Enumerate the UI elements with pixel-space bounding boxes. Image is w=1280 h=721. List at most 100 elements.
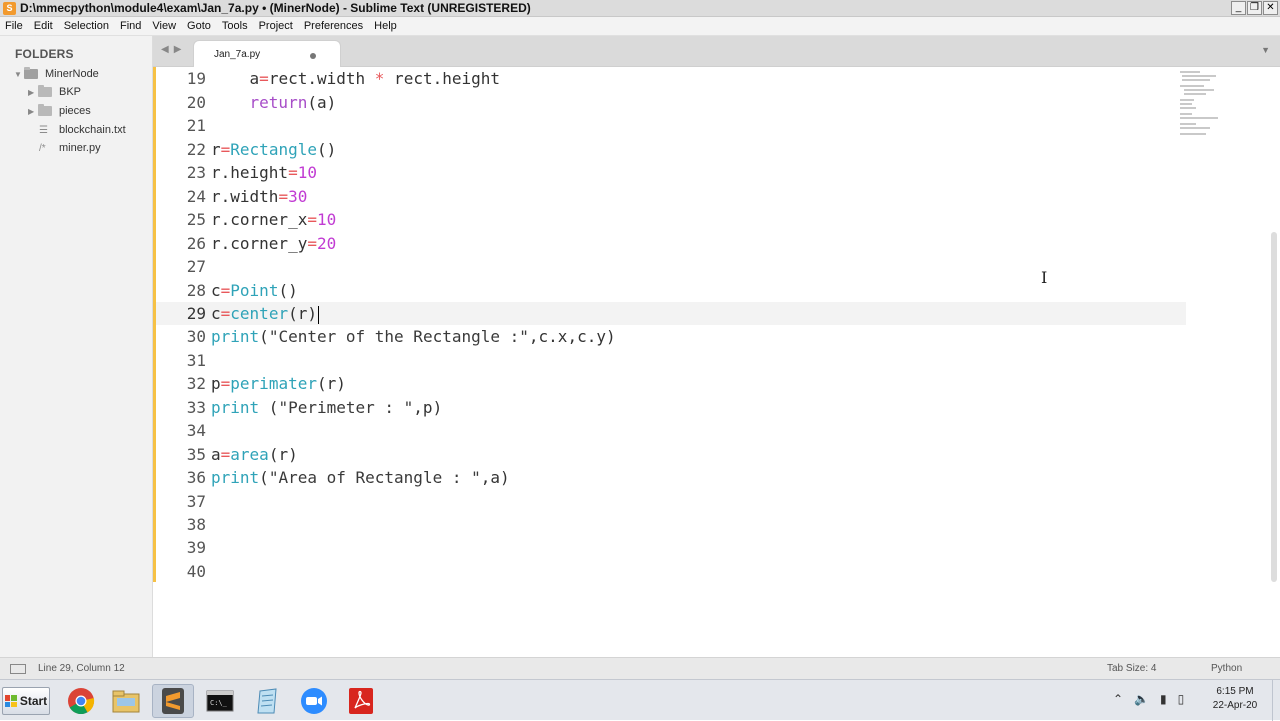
text-cursor <box>317 305 319 324</box>
line-number: 29 <box>186 304 206 323</box>
modified-dot-icon[interactable] <box>310 53 316 59</box>
line-number: 37 <box>186 492 206 511</box>
code-token: = <box>220 374 231 393</box>
line-number: 19 <box>186 69 206 88</box>
folders-header: FOLDERS <box>15 47 74 61</box>
minimize-button[interactable]: _ <box>1231 1 1246 15</box>
folder-icon <box>38 104 52 116</box>
code-token: = <box>220 304 231 323</box>
line-number: 33 <box>186 398 206 417</box>
line-number: 38 <box>186 515 206 534</box>
vertical-scrollbar[interactable] <box>1270 67 1278 657</box>
menu-preferences[interactable]: Preferences <box>299 20 369 32</box>
zoom-icon[interactable] <box>293 684 335 718</box>
code-token: ,a) <box>480 468 510 487</box>
tray-expand-icon[interactable]: ⌃ <box>1113 692 1123 706</box>
code-line-36: print("Area of Rectangle : ",a) <box>211 466 510 489</box>
status-bar: Line 29, Column 12 Tab Size: 4 Python <box>0 657 1280 679</box>
code-token: r.corner_y <box>211 234 308 253</box>
scrollbar-thumb[interactable] <box>1271 232 1277 582</box>
panel-toggle-icon[interactable] <box>10 664 26 674</box>
network-icon[interactable]: ▮ <box>1160 692 1167 706</box>
maximize-button[interactable]: ❐ <box>1247 1 1262 15</box>
code-token: "Area of Rectangle : " <box>268 468 481 487</box>
line-number: 24 <box>186 187 206 206</box>
code-token: ,c.x,c.y) <box>528 327 616 346</box>
line-number: 40 <box>186 562 206 581</box>
sidebar-item-miner[interactable]: /* miner.py <box>39 142 101 154</box>
sidebar-item-blockchain[interactable]: ☰ blockchain.txt <box>39 124 126 136</box>
battery-icon[interactable]: ▯ <box>1178 692 1185 706</box>
menu-selection[interactable]: Selection <box>59 20 115 32</box>
volume-icon[interactable]: 🔈 <box>1134 692 1149 706</box>
code-editor[interactable]: 19 20 21 22 23 24 25 26 27 28 29 30 31 3… <box>153 67 1280 657</box>
code-token: return <box>249 93 308 112</box>
chrome-icon[interactable] <box>60 684 102 718</box>
sublime-icon[interactable] <box>152 684 194 718</box>
code-token: = <box>259 69 269 88</box>
code-token: () <box>278 281 298 300</box>
start-button[interactable]: Start <box>2 687 50 715</box>
menu-find[interactable]: Find <box>115 20 147 32</box>
svg-text:C:\_: C:\_ <box>210 699 228 707</box>
cmd-icon[interactable]: C:\_ <box>199 684 241 718</box>
acrobat-icon[interactable] <box>340 684 382 718</box>
window-controls: _ ❐ ✕ <box>1231 1 1278 15</box>
code-token: (a) <box>307 93 337 112</box>
menu-help[interactable]: Help <box>369 20 403 32</box>
menu-bar: File Edit Selection Find View Goto Tools… <box>0 17 1280 36</box>
line-number: 35 <box>186 445 206 464</box>
line-number: 32 <box>186 374 206 393</box>
minimap[interactable] <box>1178 69 1226 139</box>
code-line-20: return(a) <box>211 91 337 114</box>
menu-file[interactable]: File <box>0 20 29 32</box>
code-token: r <box>211 140 221 159</box>
line-number: 39 <box>186 538 206 557</box>
code-token: perimater <box>230 374 317 393</box>
title-bar: S D:\mmecpython\module4\exam\Jan_7a.py •… <box>0 0 1280 17</box>
cursor-position: Line 29, Column 12 <box>38 663 125 674</box>
menu-project[interactable]: Project <box>254 20 299 32</box>
code-line-32: p=perimater(r) <box>211 372 346 395</box>
text-file-icon: ☰ <box>39 124 48 136</box>
sublime-app-icon: S <box>3 1 16 15</box>
code-line-23: r.height=10 <box>211 161 317 184</box>
tab-nav-arrows[interactable]: ◀▶ <box>161 44 186 55</box>
sidebar-item-pieces[interactable]: ▶ pieces <box>28 104 91 117</box>
sidebar-item-minernode[interactable]: ▼ MinerNode <box>14 67 99 80</box>
menu-goto[interactable]: Goto <box>182 20 217 32</box>
taskbar-clock[interactable]: 6:15 PM 22-Apr-20 <box>1200 685 1270 713</box>
code-token: "Perimeter : " <box>278 398 414 417</box>
code-line-19: a=rect.width * rect.height <box>211 67 500 90</box>
code-token: Rectangle <box>230 140 317 159</box>
code-token: print <box>211 398 260 417</box>
syntax-mode[interactable]: Python <box>1211 663 1242 674</box>
show-desktop-button[interactable] <box>1272 680 1280 721</box>
start-label: Start <box>19 694 48 708</box>
sidebar-item-label: miner.py <box>59 142 101 154</box>
menu-view[interactable]: View <box>147 20 182 32</box>
code-token: ( <box>259 468 269 487</box>
code-token: rect.height <box>384 69 501 88</box>
menu-tools[interactable]: Tools <box>217 20 254 32</box>
code-token: p <box>211 374 221 393</box>
code-token: = <box>220 140 231 159</box>
tab-dropdown-icon[interactable]: ▼ <box>1261 45 1270 55</box>
sidebar-item-label: BKP <box>59 86 82 98</box>
code-token: 30 <box>288 187 308 206</box>
line-number: 27 <box>186 257 206 276</box>
tab-size[interactable]: Tab Size: 4 <box>1107 663 1156 674</box>
close-button[interactable]: ✕ <box>1263 1 1278 15</box>
code-line-25: r.corner_x=10 <box>211 208 336 231</box>
code-line-30: print("Center of the Rectangle :",c.x,c.… <box>211 325 616 348</box>
notepad-icon[interactable] <box>246 684 288 718</box>
code-line-26: r.corner_y=20 <box>211 232 336 255</box>
line-number: 36 <box>186 468 206 487</box>
mouse-ibeam-cursor-icon: I <box>1041 268 1048 287</box>
line-number: 31 <box>186 351 206 370</box>
sidebar-item-bkp[interactable]: ▶ BKP <box>28 85 82 98</box>
tab-jan-7a[interactable]: Jan_7a.py <box>193 40 341 67</box>
explorer-icon[interactable] <box>105 684 147 718</box>
menu-edit[interactable]: Edit <box>29 20 59 32</box>
system-tray: ⌃ 🔈 ▮ ▯ <box>1113 692 1184 706</box>
